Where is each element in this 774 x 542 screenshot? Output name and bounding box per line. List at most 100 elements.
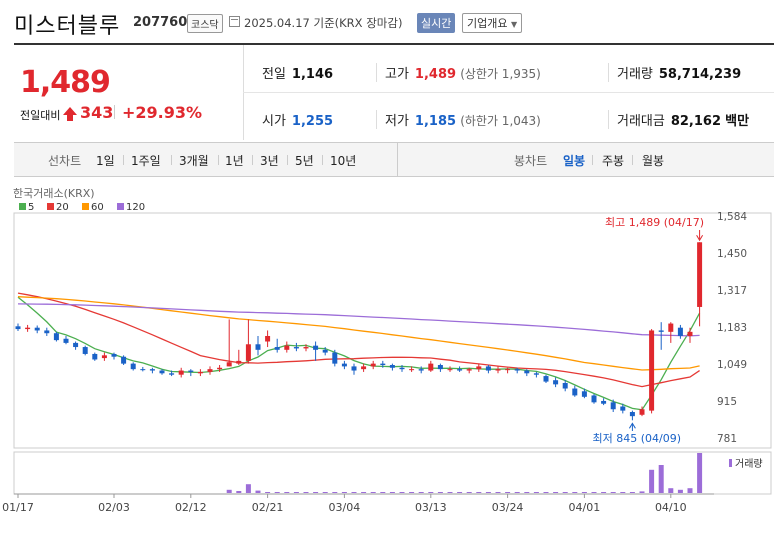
candle-body	[485, 366, 491, 371]
upper-limit: (상한가 1,935)	[460, 67, 541, 81]
volume-bar	[255, 490, 261, 493]
change-label: 전일대비	[20, 109, 61, 122]
volume-bar	[236, 491, 242, 493]
candle-body	[677, 327, 683, 336]
trade-amount-value: 82,162	[670, 114, 722, 129]
candle-body	[197, 371, 203, 374]
open-price-value: 1,255	[291, 114, 334, 129]
candle-daily[interactable]: 일봉	[563, 152, 585, 169]
candle-body	[505, 369, 511, 371]
candle-body	[313, 345, 319, 350]
company-overview-label: 기업개요	[467, 17, 508, 30]
candle-body	[543, 376, 549, 382]
volume-bar	[697, 453, 703, 493]
realtime-button[interactable]: 실시간	[417, 13, 456, 33]
y-axis: 1,584 1,450 1,317 1,183 1,049 915 781	[717, 211, 747, 445]
candle-body	[495, 369, 501, 371]
legend-label-60: 60	[91, 202, 104, 213]
volume-bar	[649, 469, 655, 493]
volume-legend-label: 거래량	[735, 458, 763, 470]
candle-body	[149, 369, 155, 371]
company-overview-dropdown[interactable]: 기업개요 ▼	[462, 13, 523, 33]
high-price: 고가 1,489 (상한가 1,935)	[376, 63, 541, 82]
candle-body	[591, 395, 597, 403]
chart-source: 한국거래소(KRX)	[13, 187, 95, 200]
period-1y[interactable]: 1년	[225, 152, 244, 169]
period-1w[interactable]: 1주일	[131, 152, 161, 169]
volume-bar	[687, 488, 693, 493]
period-1d[interactable]: 1일	[96, 152, 115, 169]
legend-label-120: 120	[126, 202, 145, 213]
volume: 거래량 58,714,239	[608, 63, 741, 82]
candle-body	[44, 330, 50, 334]
volume-bar	[601, 492, 607, 493]
candle-body	[169, 373, 175, 375]
candle-body	[303, 347, 309, 349]
low-price-value: 1,185	[414, 114, 457, 129]
candle-weekly[interactable]: 주봉	[602, 152, 624, 169]
volume-bar	[265, 492, 271, 493]
price-box: 1,489 전일대비 343 +29.93%	[14, 45, 242, 140]
candle-body	[255, 344, 261, 350]
candle-body	[418, 369, 424, 371]
toolbar-sep	[252, 155, 253, 165]
candle-body	[687, 331, 693, 336]
legend-swatch-120	[117, 203, 124, 210]
high-price-label: 고가	[385, 67, 409, 82]
candle-body	[63, 338, 69, 343]
current-price: 1,489	[20, 65, 111, 100]
ma-legend: 5 20 60 120	[19, 202, 145, 213]
volume-bar	[639, 491, 645, 493]
base-date: 2025.04.17 기준(KRX 장마감)	[244, 16, 403, 30]
candle-body	[601, 400, 607, 404]
candle-body	[370, 363, 376, 367]
candle-body	[437, 365, 443, 370]
stock-code: 207760	[133, 15, 188, 30]
period-10y[interactable]: 10년	[330, 152, 356, 169]
change-divider	[114, 105, 115, 119]
stock-chart: 한국거래소(KRX) 5 20 60 120 1,584 1,450 1,317 1,183…	[2, 187, 772, 514]
line-chart-label: 선차트	[48, 154, 82, 168]
period-5y[interactable]: 5년	[295, 152, 314, 169]
candle-body	[562, 382, 568, 389]
ma-line-5	[17, 296, 701, 411]
y-tick-label: 781	[717, 433, 737, 445]
candle-body	[351, 366, 357, 371]
volume-bar	[332, 492, 338, 493]
candle-body	[188, 370, 194, 372]
toolbar-sep	[171, 155, 172, 165]
period-3m[interactable]: 3개월	[179, 152, 209, 169]
candle-body	[322, 349, 328, 353]
candle-body	[236, 360, 242, 364]
toolbar-sep	[322, 155, 323, 165]
candle-monthly[interactable]: 월봉	[642, 152, 664, 169]
volume-bar	[351, 492, 357, 493]
volume-bar	[245, 484, 251, 493]
candle-body	[428, 363, 434, 371]
candle-body	[15, 326, 21, 330]
volume-bar	[572, 492, 578, 493]
candle-body	[34, 327, 40, 331]
y-tick-label: 915	[717, 396, 737, 408]
period-3y[interactable]: 3년	[260, 152, 279, 169]
volume-bar	[524, 492, 530, 493]
volume-bar	[428, 492, 434, 493]
legend-swatch-60	[82, 203, 89, 210]
x-tick-label: 02/12	[175, 501, 207, 514]
candle-body	[53, 333, 59, 341]
ma-line-20	[17, 292, 700, 388]
volume-label: 거래량	[617, 67, 653, 82]
price-change: 343	[80, 103, 114, 122]
legend-label-5: 5	[28, 202, 34, 213]
lower-limit: (하한가 1,043)	[460, 114, 541, 128]
candle-body	[447, 369, 453, 371]
open-price-label: 시가	[262, 114, 286, 129]
volume-bar	[380, 492, 386, 493]
candle-body	[620, 406, 626, 411]
volume-bar	[313, 492, 319, 493]
moving-averages	[17, 292, 701, 411]
volume-bar	[562, 492, 568, 493]
candle-body	[572, 388, 578, 396]
y-tick-label: 1,584	[717, 211, 747, 223]
y-tick-label: 1,317	[717, 285, 747, 297]
